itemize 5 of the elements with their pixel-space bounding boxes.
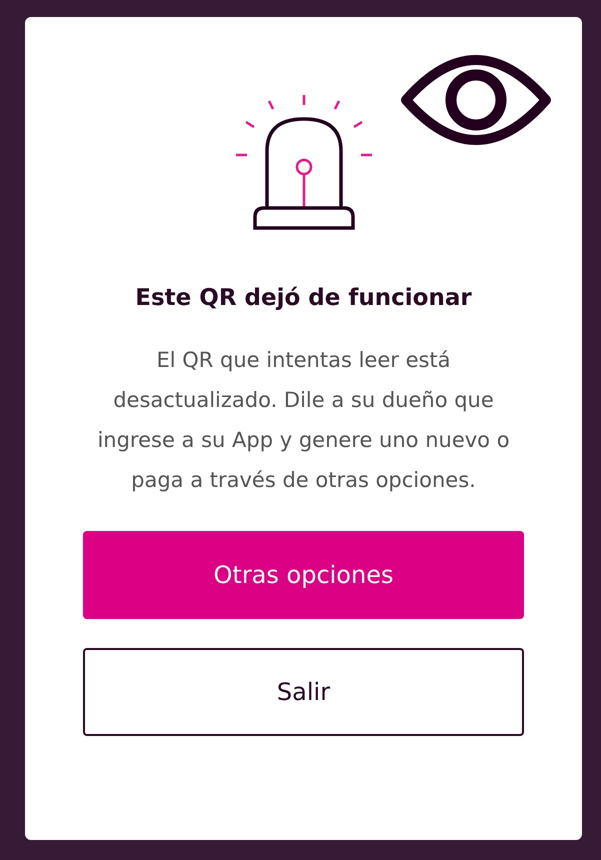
siren-icon [236,95,372,232]
dialog-message: El QR que intentas leer está desactualizado. Dile a su dueño que ingrese a su App y genere uno nuevo o paga a través de otras opciones. [96,346,511,494]
dialog-title: Este QR dejó de funcionar [134,284,473,313]
other-options-button[interactable]: Otras opciones [83,530,524,619]
exit-button[interactable]: Salir [83,648,524,736]
